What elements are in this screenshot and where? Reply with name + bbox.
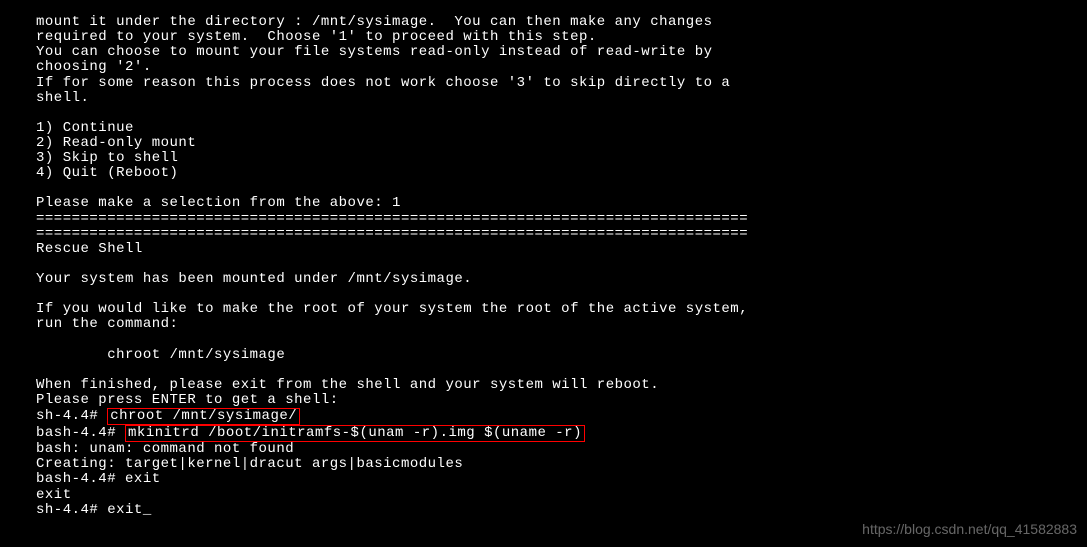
mkinitrd-highlighted-command: mkinitrd /boot/initramfs-$(unam -r).img …	[125, 425, 585, 442]
selection-prompt: Please make a selection from the above: …	[36, 195, 401, 211]
chroot-highlighted-command: chroot /mnt/sysimage/	[107, 408, 300, 425]
bash-prompt-line: bash-4.4# mkinitrd /boot/initramfs-$(una…	[36, 425, 585, 441]
terminal-line: run the command:	[36, 316, 178, 332]
terminal-line: If you would like to make the root of yo…	[36, 301, 748, 317]
exit-command: bash-4.4# exit	[36, 471, 161, 487]
menu-option-skip: 3) Skip to shell	[36, 150, 178, 166]
mount-info: Your system has been mounted under /mnt/…	[36, 271, 472, 287]
creating-output: Creating: target|kernel|dracut args|basi…	[36, 456, 463, 472]
terminal-line: choosing '2'.	[36, 59, 152, 75]
shell-prompt-line: sh-4.4# chroot /mnt/sysimage/	[36, 408, 300, 424]
menu-option-quit: 4) Quit (Reboot)	[36, 165, 178, 181]
terminal-line: shell.	[36, 90, 89, 106]
watermark-text: https://blog.csdn.net/qq_41582883	[862, 522, 1077, 537]
terminal-line: mount it under the directory : /mnt/sysi…	[36, 14, 713, 30]
enter-prompt: Please press ENTER to get a shell:	[36, 392, 339, 408]
divider: ========================================…	[36, 211, 748, 227]
divider: ========================================…	[36, 226, 748, 242]
menu-option-continue: 1) Continue	[36, 120, 134, 136]
terminal-line: If for some reason this process does not…	[36, 75, 730, 91]
exit-output: exit	[36, 487, 72, 503]
shell-title: Rescue Shell	[36, 241, 143, 257]
terminal-line: You can choose to mount your file system…	[36, 44, 713, 60]
error-output: bash: unam: command not found	[36, 441, 294, 457]
shell-exit-command: sh-4.4# exit_	[36, 502, 152, 518]
chroot-command: chroot /mnt/sysimage	[36, 347, 285, 363]
shell-prompt: sh-4.4#	[36, 408, 107, 424]
terminal-line: When finished, please exit from the shel…	[36, 377, 659, 393]
bash-prompt: bash-4.4#	[36, 425, 125, 441]
terminal-output[interactable]: mount it under the directory : /mnt/sysi…	[0, 0, 1087, 518]
menu-option-readonly: 2) Read-only mount	[36, 135, 196, 151]
terminal-line: required to your system. Choose '1' to p…	[36, 29, 597, 45]
